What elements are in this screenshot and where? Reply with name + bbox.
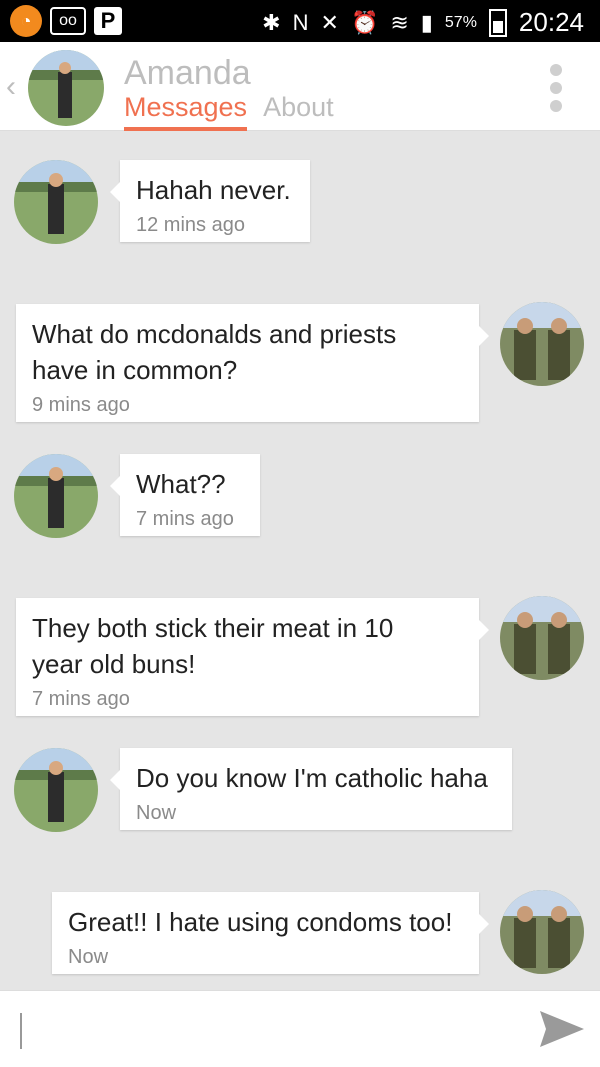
parking-icon: P [94,7,122,35]
mute-icon: ✕ [320,9,339,35]
my-avatar[interactable] [500,890,584,974]
status-bar: ◔ oo P ✱ N ✕ ⏰ ≋ ▮ 57% 20:24 [0,0,600,42]
message-bubble: What do mcdonalds and priests have in co… [16,304,489,422]
sender-avatar[interactable] [14,748,98,832]
message-bubble: Hahah never. 12 mins ago [110,160,310,242]
orange-app-icon: ◔ [10,5,42,37]
wifi-icon: ≋ [390,9,409,35]
bluetooth-icon: ✱ [262,9,281,35]
signal-icon: ▮ [420,9,433,35]
my-avatar[interactable] [500,302,584,386]
message-text: Great!! I hate using condoms too! [68,907,453,937]
battery-percent: 57% [444,13,477,31]
message-bubble: They both stick their meat in 10 year ol… [16,598,489,716]
contact-avatar[interactable] [28,50,104,126]
tab-messages[interactable]: Messages [124,92,248,131]
message-time: 7 mins ago [136,508,234,530]
tab-about[interactable]: About [263,92,334,131]
message-time: Now [136,802,177,824]
voicemail-icon: oo [50,7,86,35]
clock: 20:24 [518,7,584,37]
message-text-line2: year old buns! [32,649,196,679]
more-options-icon[interactable] [550,64,562,112]
message-input-bar [0,990,600,1067]
message-bubble: Great!! I hate using condoms too! Now [52,892,489,974]
sender-avatar[interactable] [14,454,98,538]
message-text-line2: have in common? [32,355,238,385]
sender-avatar[interactable] [14,160,98,244]
alarm-icon: ⏰ [350,9,379,35]
battery-icon [488,8,507,37]
nfc-icon: N [292,9,309,35]
message-time: 12 mins ago [136,214,245,236]
message-time: 7 mins ago [32,688,130,710]
message-bubble: Do you know I'm catholic haha Now [110,748,512,830]
my-avatar[interactable] [500,596,584,680]
message-text-line1: What do mcdonalds and priests [32,319,397,349]
message-time: Now [68,946,109,968]
message-input[interactable] [20,1013,22,1049]
message-text: Hahah never. [136,175,291,205]
chat-header: ‹ Amanda Messages About [0,42,600,131]
message-text: What?? [136,469,226,499]
send-icon[interactable] [538,1007,586,1051]
contact-name: Amanda [124,54,251,92]
message-text-line1: They both stick their meat in 10 [32,613,394,643]
back-chevron-icon[interactable]: ‹ [6,70,16,104]
message-bubble: What?? 7 mins ago [110,454,260,536]
message-text: Do you know I'm catholic haha [136,763,488,793]
message-time: 9 mins ago [32,394,130,416]
